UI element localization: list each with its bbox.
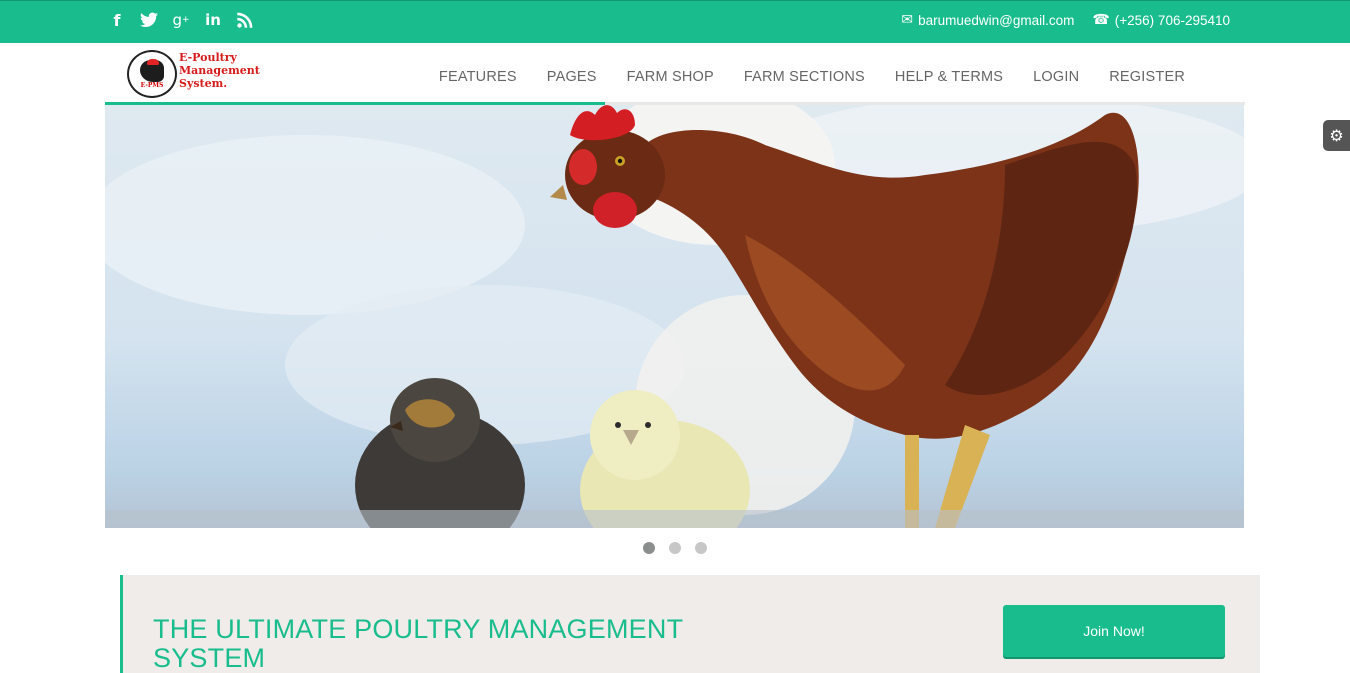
brand-name[interactable]: E-Poultry Management System.: [179, 51, 260, 90]
slider-dot-3[interactable]: [695, 542, 707, 554]
hero-image: [105, 105, 1244, 528]
nav-features[interactable]: FEATURES: [439, 69, 517, 85]
brand-line-1: E-Poultry: [179, 51, 237, 64]
contact-info: ✉ barumuedwin@gmail.com ☎ (+256) 706-295…: [901, 12, 1230, 28]
main-nav: FEATURES PAGES FARM SHOP FARM SECTIONS H…: [439, 69, 1185, 85]
rooster-comb: [147, 59, 159, 65]
logo-image[interactable]: E-PMS: [127, 50, 177, 98]
join-now-button[interactable]: Join Now!: [1003, 605, 1225, 657]
settings-gear-icon[interactable]: ⚙: [1323, 120, 1350, 151]
slider-pagination: [643, 542, 707, 554]
hero-slider[interactable]: [105, 105, 1244, 528]
brand-line-2: Management: [179, 64, 260, 77]
envelope-icon: ✉: [901, 12, 914, 28]
nav-register[interactable]: REGISTER: [1109, 69, 1185, 85]
cta-banner: THE ULTIMATE POULTRY MANAGEMENT SYSTEM J…: [120, 575, 1260, 673]
slider-dot-2[interactable]: [669, 542, 681, 554]
cta-title: THE ULTIMATE POULTRY MANAGEMENT SYSTEM: [153, 614, 683, 673]
facebook-icon[interactable]: f: [108, 11, 126, 30]
google-plus-icon[interactable]: g +: [172, 11, 190, 29]
top-bar: f g + in ✉ barumuedwin@gmail.com ☎ (+256)…: [0, 0, 1350, 43]
nav-farm-sections[interactable]: FARM SECTIONS: [744, 69, 865, 85]
brand-line-3: System.: [179, 77, 228, 90]
twitter-icon[interactable]: [140, 11, 158, 29]
email-contact[interactable]: ✉ barumuedwin@gmail.com: [901, 12, 1074, 28]
phone-text: (+256) 706-295410: [1114, 12, 1230, 28]
nav-login[interactable]: LOGIN: [1033, 69, 1079, 85]
email-text: barumuedwin@gmail.com: [918, 12, 1075, 28]
slider-dot-1[interactable]: [643, 542, 655, 554]
nav-farm-shop[interactable]: FARM SHOP: [627, 69, 714, 85]
nav-pages[interactable]: PAGES: [547, 69, 597, 85]
nav-help-terms[interactable]: HELP & TERMS: [895, 69, 1003, 85]
phone-contact[interactable]: ☎ (+256) 706-295410: [1092, 12, 1230, 28]
phone-icon: ☎: [1092, 12, 1110, 28]
logo-tag: E-PMS: [140, 82, 164, 89]
social-links: f g + in: [108, 11, 254, 30]
site-header: E-PMS E-Poultry Management System. FEATU…: [105, 43, 1245, 105]
linkedin-icon[interactable]: in: [204, 11, 222, 29]
rss-icon[interactable]: [236, 11, 254, 29]
